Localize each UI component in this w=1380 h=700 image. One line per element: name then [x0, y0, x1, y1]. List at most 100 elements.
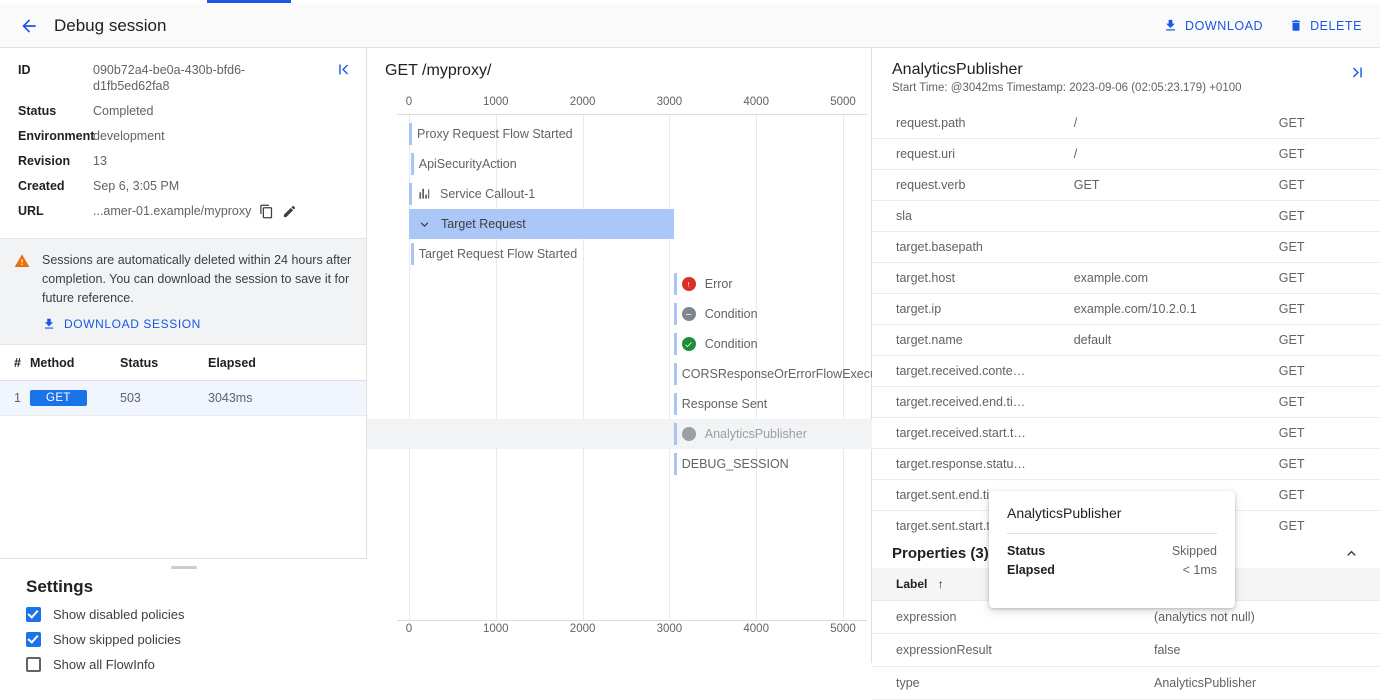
service-callout-icon — [417, 187, 431, 201]
flow-row[interactable]: AnalyticsPublisher — [367, 419, 872, 449]
flow-row[interactable]: Condition — [367, 329, 872, 359]
checkbox-unchecked-icon[interactable] — [26, 657, 41, 672]
cell-variable-value — [1070, 356, 1275, 387]
cell-variable-value: example.com — [1070, 263, 1275, 294]
cell-variable-method: GET — [1275, 232, 1380, 263]
expand-right-panel-button[interactable] — [1349, 64, 1366, 84]
download-button[interactable]: DOWNLOAD — [1155, 12, 1271, 39]
download-session-link[interactable]: DOWNLOAD SESSION — [42, 317, 201, 331]
axis-tick: 3000 — [657, 623, 683, 635]
flow-row-label-wrap: AnalyticsPublisher — [682, 419, 807, 449]
cell-elapsed: 3043ms — [208, 381, 366, 416]
column-header-method[interactable]: Method — [30, 345, 120, 381]
axis-tick: 1000 — [483, 623, 509, 635]
flow-row-marker — [674, 393, 677, 415]
detail-row-url: URL ...amer-01.example/myproxy — [18, 203, 350, 219]
flow-row-label-wrap: Target Request — [417, 209, 526, 239]
flow-row-marker — [409, 123, 412, 145]
table-row[interactable]: target.namedefaultGET — [872, 325, 1380, 356]
copy-url-button[interactable] — [259, 204, 274, 219]
table-row[interactable]: expressionResultfalse — [872, 634, 1380, 667]
detail-label: URL — [18, 203, 93, 219]
flow-row[interactable]: Error — [367, 269, 872, 299]
column-header-status[interactable]: Status — [120, 345, 208, 381]
setting-show-all-flowinfo[interactable]: Show all FlowInfo — [26, 657, 367, 672]
cell-status: 503 — [120, 381, 208, 416]
cell-property-label: type — [872, 667, 1154, 700]
cell-variable-name: target.response.statu… — [872, 449, 1070, 480]
detail-row-revision: Revision 13 — [18, 153, 350, 169]
flow-row-label-wrap: Response Sent — [682, 389, 767, 419]
detail-row-status: Status Completed — [18, 103, 350, 119]
cell-variable-method: GET — [1275, 418, 1380, 449]
flow-row[interactable]: Response Sent — [367, 389, 872, 419]
axis-tick: 5000 — [830, 623, 856, 635]
table-row[interactable]: target.basepathGET — [872, 232, 1380, 263]
axis-tick: 0 — [406, 96, 412, 108]
table-row[interactable]: target.received.start.t…GET — [872, 418, 1380, 449]
table-row[interactable]: request.path/GET — [872, 108, 1380, 139]
sort-asc-icon[interactable]: ↑ — [938, 577, 944, 591]
error-icon — [682, 277, 696, 291]
download-session-label: DOWNLOAD SESSION — [64, 317, 201, 331]
table-row[interactable]: target.response.statu…GET — [872, 449, 1380, 480]
timeline-axis-top: 010002000300040005000 — [367, 96, 872, 114]
cell-property-value: false — [1154, 634, 1380, 667]
flow-row-label: Service Callout-1 — [440, 187, 535, 201]
warning-text: Sessions are automatically deleted withi… — [42, 251, 352, 308]
table-row[interactable]: target.received.conte…GET — [872, 356, 1380, 387]
flow-row[interactable]: Service Callout-1 — [367, 179, 872, 209]
axis-line-bottom — [397, 620, 867, 621]
collapse-left-icon — [335, 61, 352, 78]
table-header-row: # Method Status Elapsed — [0, 345, 366, 381]
table-row[interactable]: target.ipexample.com/10.2.0.1GET — [872, 294, 1380, 325]
panel-resize-handle[interactable] — [171, 566, 197, 569]
skipped-dot-icon — [682, 427, 696, 441]
back-button[interactable] — [16, 13, 42, 39]
flow-row-label: Target Request — [441, 217, 526, 231]
setting-show-skipped-policies[interactable]: Show skipped policies — [26, 632, 367, 647]
column-header-num[interactable]: # — [0, 345, 30, 381]
delete-button[interactable]: DELETE — [1281, 12, 1370, 39]
flow-row[interactable]: ApiSecurityAction — [367, 149, 872, 179]
setting-label: Show disabled policies — [53, 607, 185, 622]
cell-num: 1 — [0, 381, 30, 416]
collapse-left-panel-button[interactable] — [335, 61, 352, 81]
condition-pass-icon — [682, 337, 696, 351]
flow-row[interactable]: Condition — [367, 299, 872, 329]
detail-label: ID — [18, 62, 93, 94]
flow-row[interactable]: Target Request — [409, 209, 674, 239]
settings-panel: Settings Show disabled policies Show ski… — [0, 558, 367, 663]
cell-variable-method: GET — [1275, 294, 1380, 325]
flow-row[interactable]: CORSResponseOrErrorFlowExecu — [367, 359, 872, 389]
cell-variable-name: target.host — [872, 263, 1070, 294]
flow-row-marker — [674, 273, 677, 295]
flow-row-label: CORSResponseOrErrorFlowExecu — [682, 367, 877, 381]
table-row[interactable]: target.hostexample.comGET — [872, 263, 1380, 294]
chevron-up-icon[interactable] — [1343, 545, 1360, 562]
flow-row-label: ApiSecurityAction — [419, 157, 517, 171]
table-row[interactable]: request.uri/GET — [872, 139, 1380, 170]
table-row[interactable]: target.received.end.ti…GET — [872, 387, 1380, 418]
edit-url-button[interactable] — [282, 204, 297, 219]
checkbox-checked-icon[interactable] — [26, 607, 41, 622]
flow-row-label: Condition — [705, 337, 758, 351]
session-details-list: ID 090b72a4-be0a-430b-bfd6-d1fb5ed62fa8 … — [0, 48, 366, 238]
column-header-elapsed[interactable]: Elapsed — [208, 345, 366, 381]
flow-row[interactable]: DEBUG_SESSION — [367, 449, 872, 479]
detail-label: Created — [18, 178, 93, 194]
tooltip-value: < 1ms — [1183, 563, 1217, 577]
flow-row[interactable]: Target Request Flow Started — [367, 239, 872, 269]
checkbox-checked-icon[interactable] — [26, 632, 41, 647]
trash-icon — [1289, 18, 1303, 33]
table-row[interactable]: request.verbGETGET — [872, 170, 1380, 201]
detail-value: 090b72a4-be0a-430b-bfd6-d1fb5ed62fa8 — [93, 62, 268, 94]
flow-row-label: DEBUG_SESSION — [682, 457, 789, 471]
arrow-left-icon — [19, 16, 39, 36]
cell-variable-value: example.com/10.2.0.1 — [1070, 294, 1275, 325]
table-row[interactable]: slaGET — [872, 201, 1380, 232]
flow-row[interactable]: Proxy Request Flow Started — [367, 119, 872, 149]
setting-show-disabled-policies[interactable]: Show disabled policies — [26, 607, 367, 622]
table-row[interactable]: 1 GET 503 3043ms — [0, 381, 366, 416]
table-row[interactable]: typeAnalyticsPublisher — [872, 667, 1380, 700]
